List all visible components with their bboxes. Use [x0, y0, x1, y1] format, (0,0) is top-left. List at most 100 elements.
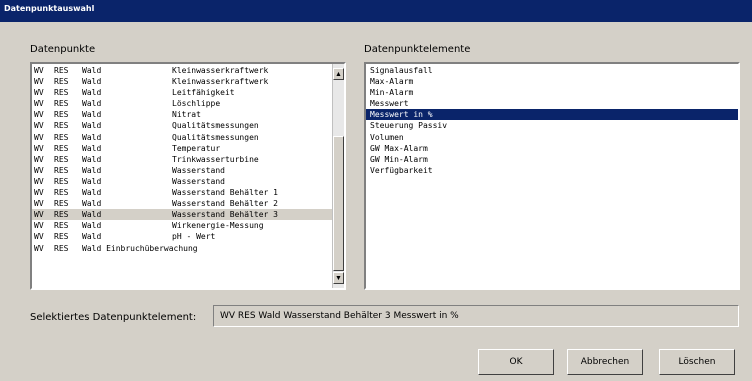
datapoint-cell: pH - Wert [172, 232, 216, 242]
datapoint-cell: WV [34, 121, 44, 131]
datapoint-row[interactable]: WV RES Wald Qualitätsmessungen [32, 120, 332, 131]
datapoint-cell: Wasserstand [172, 176, 225, 186]
datapoint-cell: WV [34, 221, 44, 231]
datapoint-cell: RES [54, 121, 69, 131]
datapoint-cell: WV [34, 66, 44, 75]
element-row[interactable]: Max-Alarm [366, 76, 738, 87]
datapoint-cell: RES [54, 143, 69, 153]
datapoint-cell: Wald [82, 143, 102, 153]
datapoints-label: Datenpunkte [30, 44, 96, 55]
datapoint-cell: Wasserstand Behälter 1 [172, 188, 278, 198]
datapoint-cell: WV [34, 188, 44, 198]
datapoint-cell: WV [34, 132, 44, 142]
datapoint-row[interactable]: WV RES Wald Kleinwasserkraftwerk [32, 76, 332, 87]
datapoint-row[interactable]: WV RES Wald Wasserstand [32, 165, 332, 176]
datapoint-cell: Wald [82, 176, 102, 186]
datapoint-cell: Wald [82, 188, 102, 198]
elements-label: Datenpunktelemente [364, 44, 471, 55]
datapoints-list[interactable]: WV RES Wald Kleinwasserkraftwerk WV RES Wald Kl… [30, 62, 346, 290]
datapoint-cell: Temperatur [172, 143, 221, 153]
datapoint-cell: Kleinwasserkraftwerk [172, 66, 269, 75]
datapoint-cell: WV [34, 110, 44, 120]
ok-button[interactable]: OK [478, 349, 554, 375]
datapoint-cell: RES [54, 165, 69, 175]
element-row[interactable]: Messwert [366, 98, 738, 109]
datapoint-cell: Wald [82, 99, 102, 109]
datapoint-row[interactable]: WV RES Wald Wasserstand Behälter 1 [32, 187, 332, 198]
datapoint-cell: Löschlippe [172, 99, 221, 109]
datapoint-cell: Wald [82, 110, 102, 120]
scroll-thumb[interactable] [333, 136, 344, 271]
datapoint-cell: RES [54, 188, 69, 198]
datapoint-cell: Wasserstand [172, 165, 225, 175]
scroll-down-icon[interactable]: ▼ [333, 272, 344, 284]
datapoint-row[interactable]: WV RES Wald Trinkwasserturbine [32, 154, 332, 165]
datapoint-cell: WV [34, 143, 44, 153]
dialog-body: Datenpunkte Datenpunktelemente WV RES Wald… [0, 22, 752, 381]
datapoint-cell: Wald [82, 154, 102, 164]
datapoint-row[interactable]: WV RES Wald Nitrat [32, 109, 332, 120]
datapoint-cell: WV [34, 176, 44, 186]
datapoint-cell: Nitrat [172, 110, 201, 120]
datapoint-cell: Wald [82, 88, 102, 98]
datapoint-cell: Leitfähigkeit [172, 88, 235, 98]
element-row[interactable]: Signalausfall [366, 65, 738, 76]
datapoint-cell: Wald [82, 165, 102, 175]
datapoint-cell: RES [54, 110, 69, 120]
datapoint-cell: Wald [82, 121, 102, 131]
datapoint-cell: RES [54, 232, 69, 242]
window-title: Datenpunktauswahl [4, 4, 95, 13]
datapoint-cell: Wirkenergie-Messung [172, 221, 264, 231]
datapoint-cell: WV [34, 232, 44, 242]
datapoints-scrollbar[interactable]: ▲ ▼ [332, 64, 344, 288]
datapoint-cell: Qualitätsmessungen [172, 132, 259, 142]
element-row[interactable]: GW Min-Alarm [366, 154, 738, 165]
datapoint-row[interactable]: WV RES Wald Kleinwasserkraftwerk [32, 65, 332, 76]
delete-button[interactable]: Löschen [659, 349, 735, 375]
datapoint-cell: RES [54, 221, 69, 231]
datapoint-row[interactable]: WV RES Wald Wasserstand Behälter 2 [32, 198, 332, 209]
element-row[interactable]: Messwert in % [366, 109, 738, 121]
datapoint-cell: RES [54, 199, 69, 209]
datapoint-cell: Wald [82, 132, 102, 142]
element-row[interactable]: Steuerung Passiv [366, 120, 738, 131]
datapoint-cell: RES [54, 88, 69, 98]
element-row[interactable]: Min-Alarm [366, 87, 738, 98]
datapoint-cell: WV [34, 243, 44, 253]
datapoint-cell: Wald [82, 77, 102, 87]
datapoint-row[interactable]: WV RES Wald Wasserstand Behälter 3 [32, 209, 332, 221]
datapoint-cell: Wasserstand Behälter 2 [172, 199, 278, 209]
datapoint-row[interactable]: WV RES Wald Leitfähigkeit [32, 87, 332, 98]
selected-element-label: Selektiertes Datenpunktelement: [30, 312, 197, 323]
scroll-up-icon[interactable]: ▲ [333, 68, 344, 80]
datapoint-cell: Wald [82, 66, 102, 75]
datapoint-cell: Kleinwasserkraftwerk [172, 77, 269, 87]
datapoint-row[interactable]: WV RES Wald Wasserstand [32, 176, 332, 187]
datapoint-cell: WV [34, 210, 44, 220]
selected-element-field[interactable]: WV RES Wald Wasserstand Behälter 3 Messw… [213, 305, 739, 327]
datapoint-cell: WV [34, 154, 44, 164]
datapoint-row[interactable]: WV RES Wald Einbruchüberwachung [32, 243, 332, 254]
element-row[interactable]: GW Max-Alarm [366, 143, 738, 154]
datapoint-cell: RES [54, 77, 69, 87]
datapoint-row[interactable]: WV RES Wald Wirkenergie-Messung [32, 220, 332, 231]
datapoint-cell: Wasserstand Behälter 3 [172, 210, 278, 220]
datapoint-cell: RES [54, 243, 69, 253]
element-row[interactable]: Volumen [366, 132, 738, 143]
cancel-button[interactable]: Abbrechen [567, 349, 643, 375]
datapoint-cell: Wald [82, 199, 102, 209]
elements-list[interactable]: Signalausfall Max-Alarm Min-Alarm Messwert M… [364, 62, 740, 290]
datapoint-cell: WV [34, 165, 44, 175]
datapoint-cell: RES [54, 210, 69, 220]
datapoint-cell: RES [54, 176, 69, 186]
datapoint-row[interactable]: WV RES Wald Löschlippe [32, 98, 332, 109]
datapoint-row[interactable]: WV RES Wald Qualitätsmessungen [32, 132, 332, 143]
datapoint-row[interactable]: WV RES Wald pH - Wert [32, 231, 332, 242]
datapoint-cell: Trinkwasserturbine [172, 154, 259, 164]
datapoint-cell: RES [54, 132, 69, 142]
title-bar: Datenpunktauswahl [0, 0, 752, 22]
element-row[interactable]: Verfügbarkeit [366, 165, 738, 176]
datapoint-cell: Wald [82, 210, 102, 220]
datapoint-cell: WV [34, 77, 44, 87]
datapoint-row[interactable]: WV RES Wald Temperatur [32, 143, 332, 154]
